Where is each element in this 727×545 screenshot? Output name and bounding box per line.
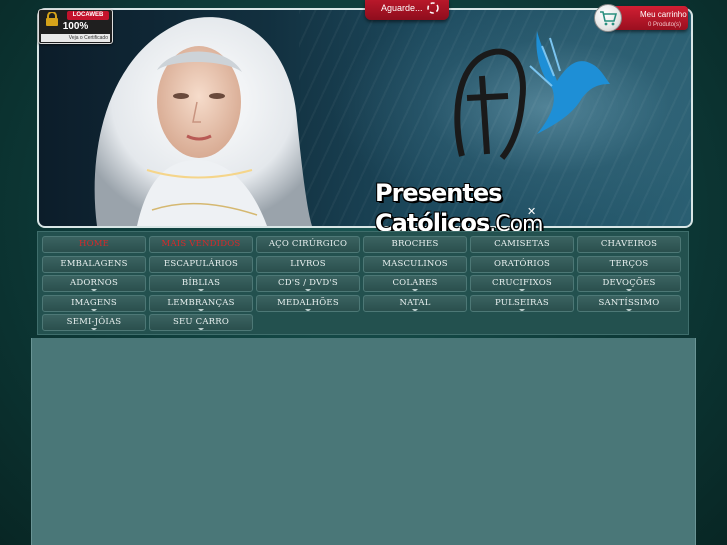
menu-item-embalagens[interactable]: EMBALAGENS xyxy=(42,256,146,273)
menu-item-biblias[interactable]: BÍBLIAS xyxy=(149,275,253,292)
menu-item-imagens[interactable]: IMAGENS xyxy=(42,295,146,312)
seal-certificate-link[interactable]: Veja o Certificado xyxy=(41,34,110,42)
site-name-main: Presentes Católicos xyxy=(375,179,502,237)
dropdown-arrow-icon xyxy=(198,328,204,330)
cart-item-count: 0 Produto(s) xyxy=(648,22,682,28)
dropdown-arrow-icon xyxy=(626,309,632,311)
spinner-icon xyxy=(427,2,439,14)
menu-item-label: SEU CARRO xyxy=(172,317,230,327)
menu-item-lembrancas[interactable]: LEMBRANÇAS xyxy=(149,295,253,312)
dropdown-arrow-icon xyxy=(412,289,418,291)
security-seal[interactable]: LOCAWEB 100% SEGURO Veja o Certificado xyxy=(38,9,113,44)
menu-item-escapularios[interactable]: ESCAPULÁRIOS xyxy=(149,256,253,273)
site-name: Presentes Católicos.Com xyxy=(375,178,655,237)
menu-item-devocoes[interactable]: DEVOÇÕES xyxy=(577,275,681,292)
menu-item-label: ADORNOS xyxy=(70,278,118,288)
menu-item-masculinos[interactable]: MASCULINOS xyxy=(363,256,467,273)
shopping-cart-icon xyxy=(600,11,617,26)
menu-item-label: MEDALHÕES xyxy=(277,298,339,308)
dropdown-arrow-icon xyxy=(519,309,525,311)
menu-item-label: AÇO CIRÚRGICO xyxy=(268,239,348,249)
menu-item-label: CHAVEIROS xyxy=(600,239,658,249)
menu-item-label: MASCULINOS xyxy=(382,259,448,269)
menu-item-home[interactable]: HOME xyxy=(42,236,146,253)
menu-item-label: CRUCIFIXOS xyxy=(492,278,552,288)
menu-item-adornos[interactable]: ADORNOS xyxy=(42,275,146,292)
cross-dove-icon xyxy=(454,31,610,160)
dropdown-arrow-icon xyxy=(626,289,632,291)
menu-item-semi-joias[interactable]: SEMI-JÓIAS xyxy=(42,314,146,331)
dropdown-arrow-icon xyxy=(412,309,418,311)
menu-item-seu-carro[interactable]: SEU CARRO xyxy=(149,314,253,331)
menu-item-aco-cirurgico[interactable]: AÇO CIRÚRGICO xyxy=(256,236,360,253)
menu-item-livros[interactable]: LIVROS xyxy=(256,256,360,273)
menu-item-pulseiras[interactable]: PULSEIRAS xyxy=(470,295,574,312)
dropdown-arrow-icon xyxy=(198,289,204,291)
menu-item-label: SEMI-JÓIAS xyxy=(66,317,122,327)
menu-item-label: SANTÍSSIMO xyxy=(598,298,660,308)
dropdown-arrow-icon xyxy=(91,328,97,330)
seal-brand: LOCAWEB xyxy=(67,11,109,20)
menu-item-label: PULSEIRAS xyxy=(495,298,549,308)
menu-item-label: HOME xyxy=(78,239,110,249)
menu-item-label: NATAL xyxy=(399,298,431,308)
menu-item-label: COLARES xyxy=(392,278,438,288)
seal-main-text: 100% SEGURO xyxy=(54,21,97,44)
menu-item-label: TERÇOS xyxy=(609,259,649,269)
menu-item-oratorios[interactable]: ORATÓRIOS xyxy=(470,256,574,273)
menu-item-chaveiros[interactable]: CHAVEIROS xyxy=(577,236,681,253)
dropdown-arrow-icon xyxy=(305,309,311,311)
menu-item-mais-vendidos[interactable]: MAIS VENDIDOS xyxy=(149,236,253,253)
menu-item-label: CAMISETAS xyxy=(494,239,550,249)
menu-item-medalhoes[interactable]: MEDALHÕES xyxy=(256,295,360,312)
menu-item-label: DEVOÇÕES xyxy=(602,278,656,288)
virgin-mary-image xyxy=(94,17,312,226)
menu-item-label: BÍBLIAS xyxy=(181,278,221,288)
menu-item-label: CD'S / DVD'S xyxy=(278,278,338,288)
loading-text: Aguarde... xyxy=(381,3,423,13)
menu-item-santissimo[interactable]: SANTÍSSIMO xyxy=(577,295,681,312)
main-content-area xyxy=(31,338,696,545)
menu-item-camisetas[interactable]: CAMISETAS xyxy=(470,236,574,253)
dropdown-arrow-icon xyxy=(305,289,311,291)
menu-item-crucifixos[interactable]: CRUCIFIXOS xyxy=(470,275,574,292)
menu-item-natal[interactable]: NATAL xyxy=(363,295,467,312)
menu-item-label: IMAGENS xyxy=(71,298,117,308)
menu-item-label: ORATÓRIOS xyxy=(493,259,551,269)
menu-item-label: EMBALAGENS xyxy=(60,259,128,269)
dropdown-arrow-icon xyxy=(91,289,97,291)
menu-item-label: LEMBRANÇAS xyxy=(167,298,235,308)
menu-item-broches[interactable]: BROCHES xyxy=(363,236,467,253)
shopping-cart-widget[interactable]: Meu carrinho 0 Produto(s) xyxy=(594,4,688,32)
menu-item-cds-dvds[interactable]: CD'S / DVD'S xyxy=(256,275,360,292)
menu-item-label: LIVROS xyxy=(290,259,326,269)
menu-item-label: BROCHES xyxy=(391,239,439,249)
menu-item-colares[interactable]: COLARES xyxy=(363,275,467,292)
menu-item-label: MAIS VENDIDOS xyxy=(161,239,241,249)
menu-item-tercos[interactable]: TERÇOS xyxy=(577,256,681,273)
loading-indicator: Aguarde... xyxy=(365,0,449,20)
cart-title[interactable]: Meu carrinho xyxy=(640,10,687,20)
menu-item-label: ESCAPULÁRIOS xyxy=(163,259,239,269)
dropdown-arrow-icon xyxy=(198,309,204,311)
dropdown-arrow-icon xyxy=(519,289,525,291)
dropdown-arrow-icon xyxy=(91,309,97,311)
cart-icon-circle[interactable] xyxy=(594,4,622,32)
